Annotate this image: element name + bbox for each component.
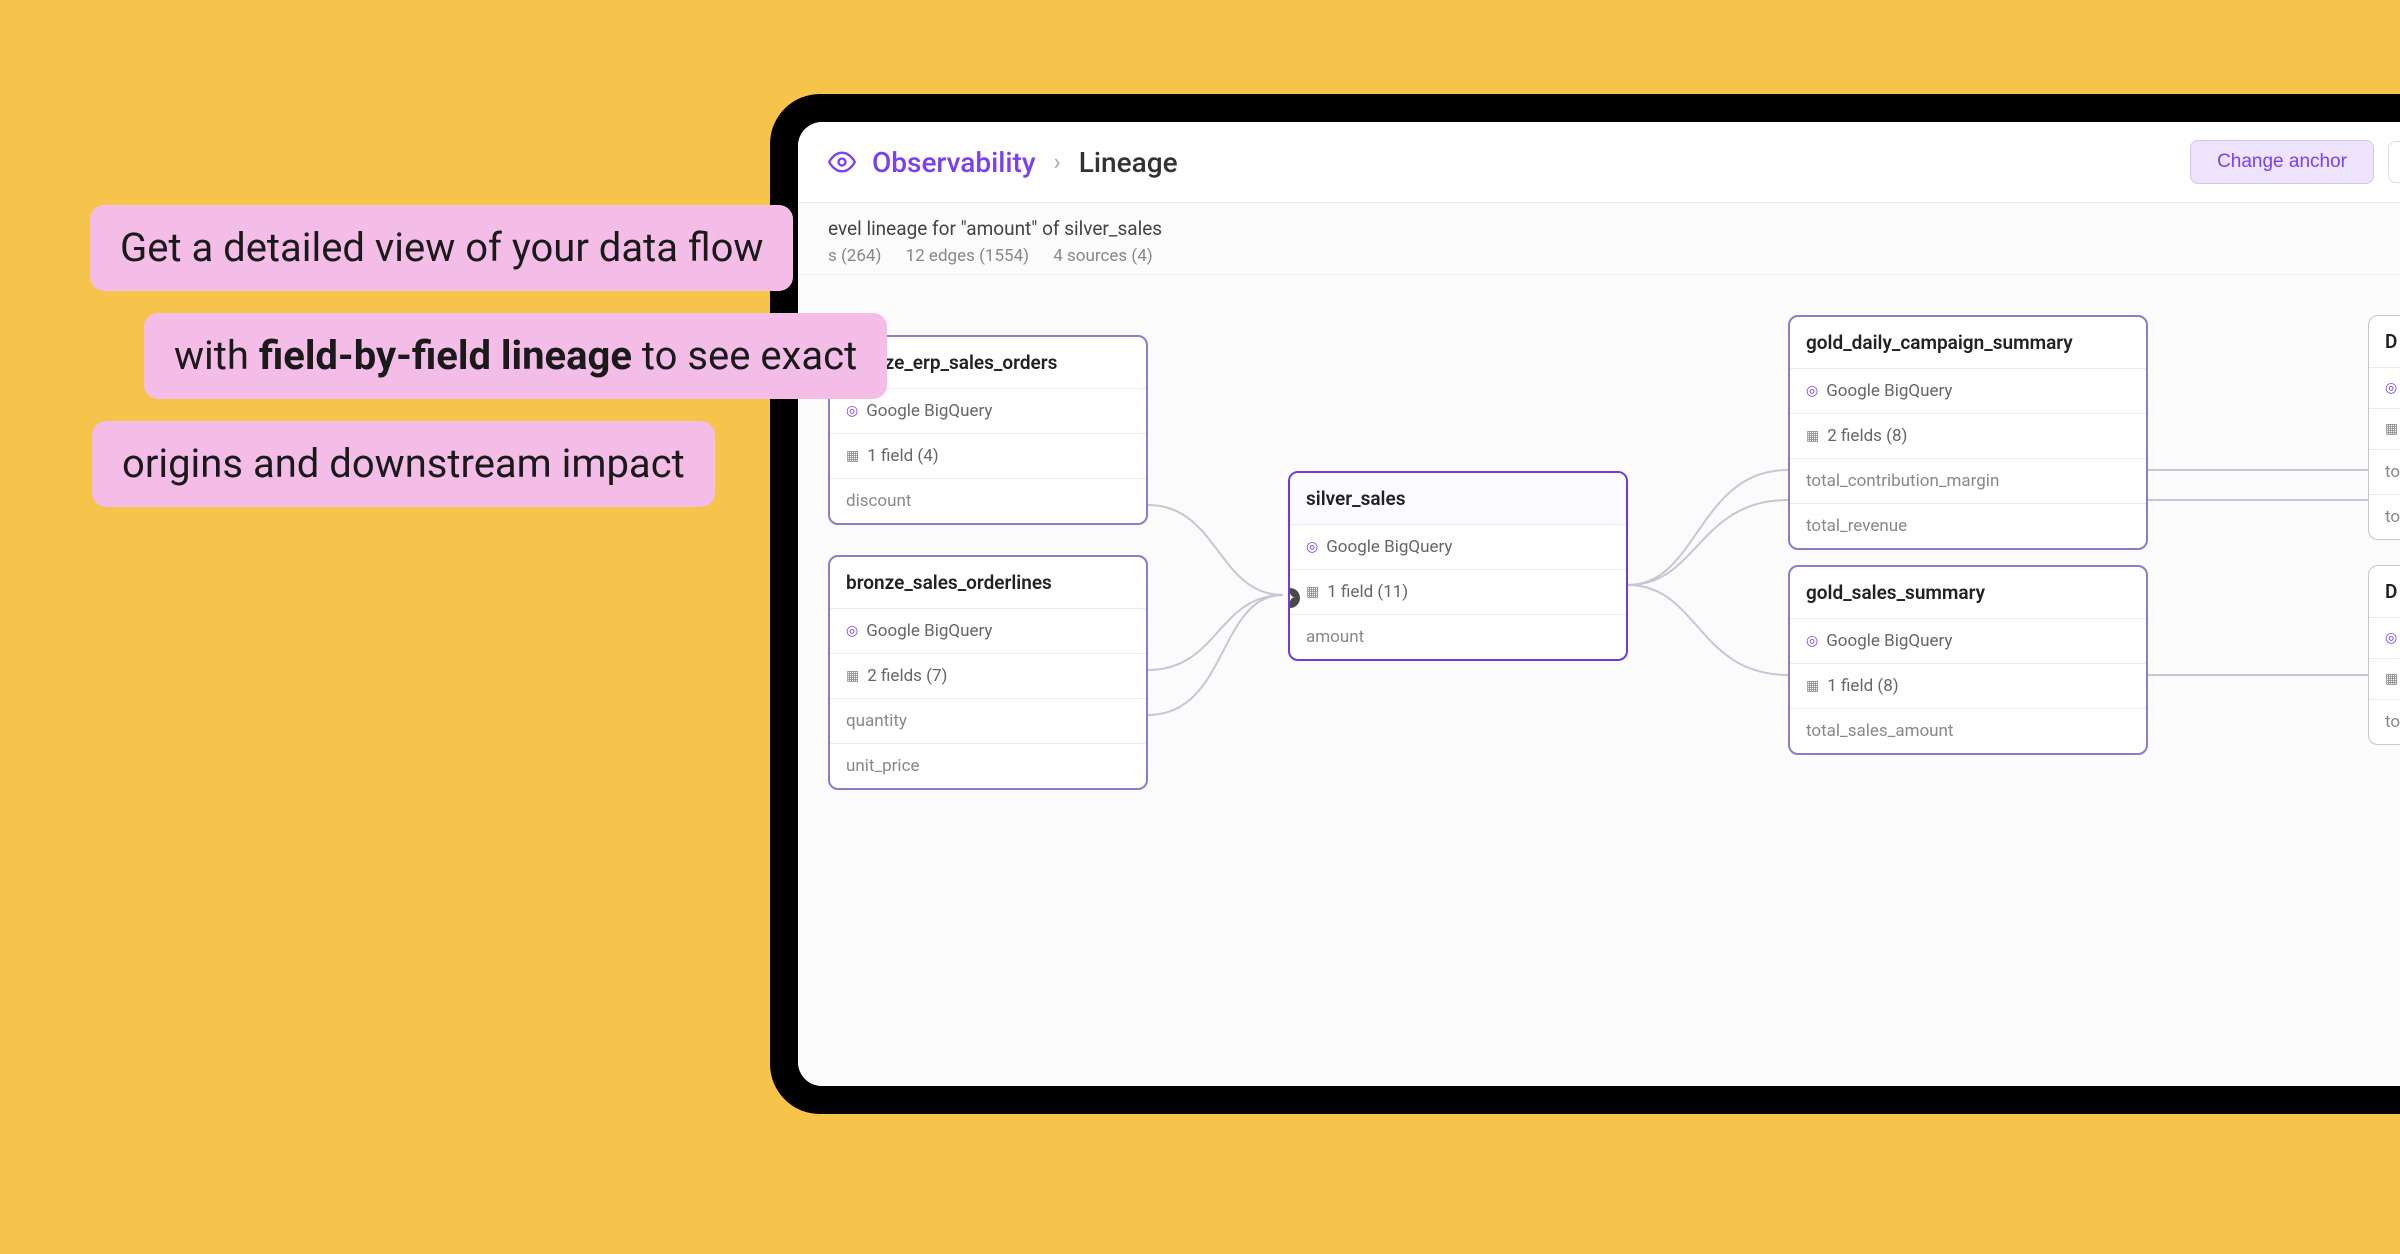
bigquery-icon: ◎	[1806, 383, 1818, 399]
lineage-title: evel lineage for "amount" of silver_sale…	[828, 217, 2400, 240]
stat-edges: 12 edges (1554)	[906, 246, 1029, 266]
change-anchor-button[interactable]: Change anchor	[2190, 140, 2374, 184]
node-title: bronze_sales_orderlines	[830, 557, 1146, 608]
callout-line-3: origins and downstream impact	[92, 421, 715, 507]
node-fields-summary: 1 field (8)	[1827, 676, 1898, 696]
node-source-label: Google BigQuery	[1326, 537, 1452, 557]
document-icon: ▦	[1306, 584, 1319, 600]
node-source-label: Google BigQuery	[866, 621, 992, 641]
node-field-row[interactable]: quantity	[830, 698, 1146, 743]
breadcrumb-current: Lineage	[1079, 146, 1178, 179]
node-fields-summary: 2 fields (8)	[1827, 426, 1907, 446]
breadcrumb-observability[interactable]: Observability	[872, 146, 1036, 179]
lineage-stats: s (264) 12 edges (1554) 4 sources (4)	[828, 246, 2400, 266]
node-fields-summary-row: ▦	[2369, 408, 2400, 449]
stat-sources: 4 sources (4)	[1053, 246, 1152, 266]
node-source-row: ◎ Google BigQuery	[1790, 618, 2146, 663]
node-field-row[interactable]: total_sales_amount	[1790, 708, 2146, 753]
callout-line-1: Get a detailed view of your data flow	[90, 205, 793, 291]
node-field-row[interactable]: to	[2369, 494, 2400, 539]
bigquery-icon: ◎	[1306, 539, 1318, 555]
node-gold-daily-campaign-summary[interactable]: gold_daily_campaign_summary ◎ Google Big…	[1788, 315, 2148, 550]
node-title: gold_sales_summary	[1790, 567, 2146, 618]
node-fields-summary: 2 fields (7)	[867, 666, 947, 686]
node-field-row[interactable]: to	[2369, 449, 2400, 494]
document-icon: ▦	[1806, 428, 1819, 444]
tablet-frame: Observability › Lineage Change anchor ev…	[770, 94, 2400, 1114]
node-fields-summary: 1 field (11)	[1327, 582, 1408, 602]
document-icon: ▦	[2385, 671, 2398, 687]
bigquery-icon: ◎	[2385, 380, 2397, 396]
node-fields-summary-row[interactable]: ▦ 1 field (11)	[1290, 569, 1626, 614]
node-title: D	[2369, 566, 2400, 617]
bigquery-icon: ◎	[2385, 630, 2397, 646]
marketing-callouts: Get a detailed view of your data flow wi…	[90, 205, 887, 529]
node-fields-summary-row[interactable]: ▦ 1 field (8)	[1790, 663, 2146, 708]
callout-bold: field-by-field lineage	[259, 332, 632, 379]
lineage-canvas[interactable]: bronze_erp_sales_orders ◎ Google BigQuer…	[798, 275, 2400, 1086]
eye-icon	[828, 148, 856, 176]
node-fields-summary-row: ▦	[2369, 658, 2400, 699]
subheader: evel lineage for "amount" of silver_sale…	[798, 203, 2400, 275]
node-fields-summary-row[interactable]: ▦ 2 fields (7)	[830, 653, 1146, 698]
document-icon: ▦	[846, 668, 859, 684]
node-field-row[interactable]: total_contribution_margin	[1790, 458, 2146, 503]
node-source-row: ◎	[2369, 617, 2400, 658]
node-source-label: Google BigQuery	[1826, 381, 1952, 401]
node-field-row[interactable]: total_revenue	[1790, 503, 2146, 548]
callout-line-2: with field-by-field lineage to see exact	[144, 313, 887, 399]
header-button-clipped[interactable]	[2388, 141, 2400, 183]
node-clipped-1[interactable]: D ◎ ▦ to to	[2368, 315, 2400, 540]
node-gold-sales-summary[interactable]: gold_sales_summary ◎ Google BigQuery ▦ 1…	[1788, 565, 2148, 755]
document-icon: ▦	[1806, 678, 1819, 694]
node-title: silver_sales	[1290, 473, 1626, 524]
node-silver-sales[interactable]: silver_sales ◎ Google BigQuery ▦ 1 field…	[1288, 471, 1628, 661]
node-source-label: Google BigQuery	[1826, 631, 1952, 651]
chevron-right-icon: ›	[1054, 148, 1061, 176]
node-field-row[interactable]: to	[2369, 699, 2400, 744]
app-header: Observability › Lineage Change anchor	[798, 122, 2400, 203]
bigquery-icon: ◎	[846, 623, 858, 639]
node-field-row[interactable]: unit_price	[830, 743, 1146, 788]
node-source-row: ◎ Google BigQuery	[1790, 368, 2146, 413]
node-source-row: ◎ Google BigQuery	[830, 608, 1146, 653]
node-title: gold_daily_campaign_summary	[1790, 317, 2146, 368]
node-bronze-sales-orderlines[interactable]: bronze_sales_orderlines ◎ Google BigQuer…	[828, 555, 1148, 790]
node-source-row: ◎	[2369, 367, 2400, 408]
callout-text: to see exact	[632, 332, 857, 379]
node-source-row: ◎ Google BigQuery	[1290, 524, 1626, 569]
node-fields-summary-row[interactable]: ▦ 2 fields (8)	[1790, 413, 2146, 458]
node-title: D	[2369, 316, 2400, 367]
node-field-amount[interactable]: amount	[1290, 614, 1626, 659]
node-clipped-2[interactable]: D ◎ ▦ to	[2368, 565, 2400, 745]
callout-text: with	[174, 332, 259, 379]
app-screen: Observability › Lineage Change anchor ev…	[798, 122, 2400, 1086]
document-icon: ▦	[2385, 421, 2398, 437]
bigquery-icon: ◎	[1806, 633, 1818, 649]
